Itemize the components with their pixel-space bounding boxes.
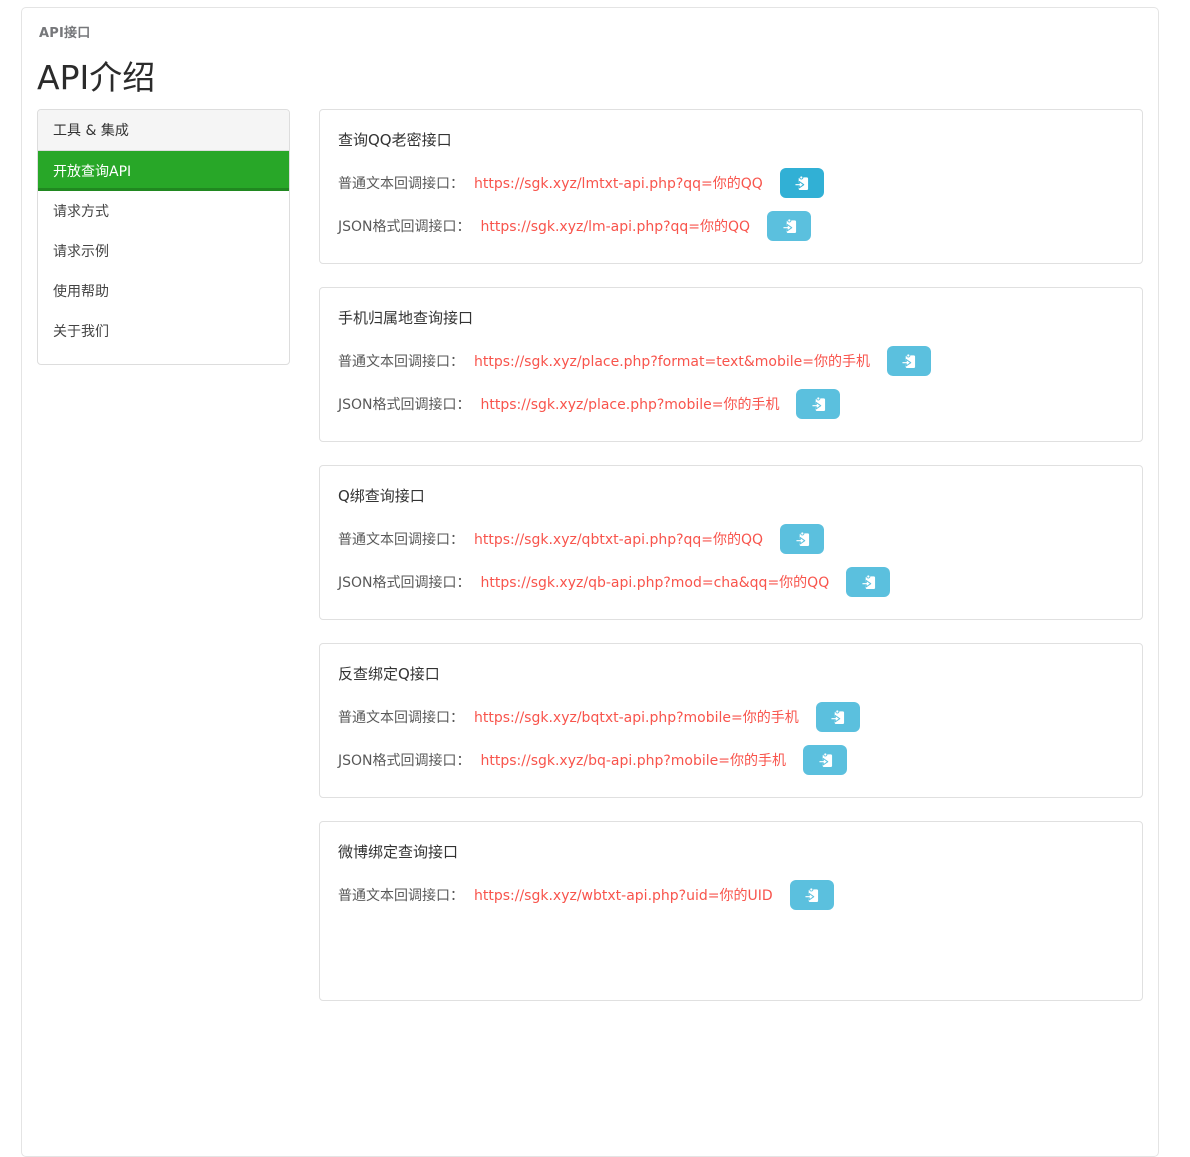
copy-button[interactable] <box>803 745 847 775</box>
sidebar-item-request-example[interactable]: 请求示例 <box>38 231 289 271</box>
api-card-reverse-lookup-qq: 反查绑定Q接口 普通文本回调接口： https://sgk.xyz/bqtxt-… <box>319 643 1143 798</box>
api-url-link[interactable]: https://sgk.xyz/bqtxt-api.php?mobile=你的手… <box>474 707 799 727</box>
api-row-label: JSON格式回调接口： <box>338 750 471 770</box>
api-row: 普通文本回调接口： https://sgk.xyz/place.php?form… <box>338 346 1124 376</box>
api-row: 普通文本回调接口： https://sgk.xyz/lmtxt-api.php?… <box>338 168 1124 198</box>
api-card-weibo-binding: 微博绑定查询接口 普通文本回调接口： https://sgk.xyz/wbtxt… <box>319 821 1143 1001</box>
card-title: 查询QQ老密接口 <box>338 129 1124 150</box>
breadcrumb: API接口 <box>37 22 1143 41</box>
clipboard-paste-icon <box>795 531 810 547</box>
api-row-label: JSON格式回调接口： <box>338 216 471 236</box>
api-row-label: 普通文本回调接口： <box>338 173 464 193</box>
api-row: JSON格式回调接口： https://sgk.xyz/place.php?mo… <box>338 389 1124 419</box>
sidebar-item-open-query-api[interactable]: 开放查询API <box>38 151 289 191</box>
copy-button[interactable] <box>780 168 824 198</box>
clipboard-paste-icon <box>861 574 876 590</box>
clipboard-paste-icon <box>804 887 819 903</box>
api-row: JSON格式回调接口： https://sgk.xyz/qb-api.php?m… <box>338 567 1124 597</box>
api-row-label: 普通文本回调接口： <box>338 351 464 371</box>
api-card-qq-binding: Q绑查询接口 普通文本回调接口： https://sgk.xyz/qbtxt-a… <box>319 465 1143 620</box>
api-row: 普通文本回调接口： https://sgk.xyz/bqtxt-api.php?… <box>338 702 1124 732</box>
clipboard-paste-icon <box>794 175 809 191</box>
clipboard-paste-icon <box>818 752 833 768</box>
api-row-label: 普通文本回调接口： <box>338 707 464 727</box>
card-title: Q绑查询接口 <box>338 485 1124 506</box>
clipboard-paste-icon <box>782 218 797 234</box>
api-row-label: JSON格式回调接口： <box>338 394 471 414</box>
clipboard-paste-icon <box>830 709 845 725</box>
copy-button[interactable] <box>887 346 931 376</box>
page-container: API接口 API介绍 工具 & 集成 开放查询API 请求方式 请求示例 使用… <box>21 7 1159 1157</box>
api-row-label: 普通文本回调接口： <box>338 885 464 905</box>
copy-button[interactable] <box>767 211 811 241</box>
api-url-link[interactable]: https://sgk.xyz/lm-api.php?qq=你的QQ <box>481 216 751 236</box>
sidebar-item-request-method[interactable]: 请求方式 <box>38 191 289 231</box>
api-row: JSON格式回调接口： https://sgk.xyz/lm-api.php?q… <box>338 211 1124 241</box>
api-row: 普通文本回调接口： https://sgk.xyz/qbtxt-api.php?… <box>338 524 1124 554</box>
cards-column: 查询QQ老密接口 普通文本回调接口： https://sgk.xyz/lmtxt… <box>319 109 1143 1001</box>
sidebar-item-about-us[interactable]: 关于我们 <box>38 311 289 351</box>
clipboard-paste-icon <box>811 396 826 412</box>
copy-button[interactable] <box>796 389 840 419</box>
api-card-phone-location: 手机归属地查询接口 普通文本回调接口： https://sgk.xyz/plac… <box>319 287 1143 442</box>
api-row: JSON格式回调接口： https://sgk.xyz/bq-api.php?m… <box>338 745 1124 775</box>
sidebar: 工具 & 集成 开放查询API 请求方式 请求示例 使用帮助 关于我们 <box>37 109 290 365</box>
copy-button[interactable] <box>846 567 890 597</box>
card-title: 手机归属地查询接口 <box>338 307 1124 328</box>
content-columns: 工具 & 集成 开放查询API 请求方式 请求示例 使用帮助 关于我们 查询QQ… <box>37 109 1143 1001</box>
sidebar-item-usage-help[interactable]: 使用帮助 <box>38 271 289 311</box>
card-title: 反查绑定Q接口 <box>338 663 1124 684</box>
api-url-link[interactable]: https://sgk.xyz/place.php?format=text&mo… <box>474 351 870 371</box>
api-url-link[interactable]: https://sgk.xyz/qb-api.php?mod=cha&qq=你的… <box>481 572 830 592</box>
copy-button[interactable] <box>790 880 834 910</box>
api-url-link[interactable]: https://sgk.xyz/wbtxt-api.php?uid=你的UID <box>474 885 773 905</box>
api-url-link[interactable]: https://sgk.xyz/bq-api.php?mobile=你的手机 <box>481 750 786 770</box>
card-title: 微博绑定查询接口 <box>338 841 1124 862</box>
api-row-label: JSON格式回调接口： <box>338 572 471 592</box>
api-url-link[interactable]: https://sgk.xyz/place.php?mobile=你的手机 <box>481 394 780 414</box>
api-url-link[interactable]: https://sgk.xyz/qbtxt-api.php?qq=你的QQ <box>474 529 763 549</box>
copy-button[interactable] <box>816 702 860 732</box>
api-card-qq-old-password: 查询QQ老密接口 普通文本回调接口： https://sgk.xyz/lmtxt… <box>319 109 1143 264</box>
page-title: API介绍 <box>37 55 1143 101</box>
api-row-label: 普通文本回调接口： <box>338 529 464 549</box>
clipboard-paste-icon <box>901 353 916 369</box>
copy-button[interactable] <box>780 524 824 554</box>
api-row: 普通文本回调接口： https://sgk.xyz/wbtxt-api.php?… <box>338 880 1124 910</box>
sidebar-header: 工具 & 集成 <box>38 110 289 151</box>
api-url-link[interactable]: https://sgk.xyz/lmtxt-api.php?qq=你的QQ <box>474 173 763 193</box>
